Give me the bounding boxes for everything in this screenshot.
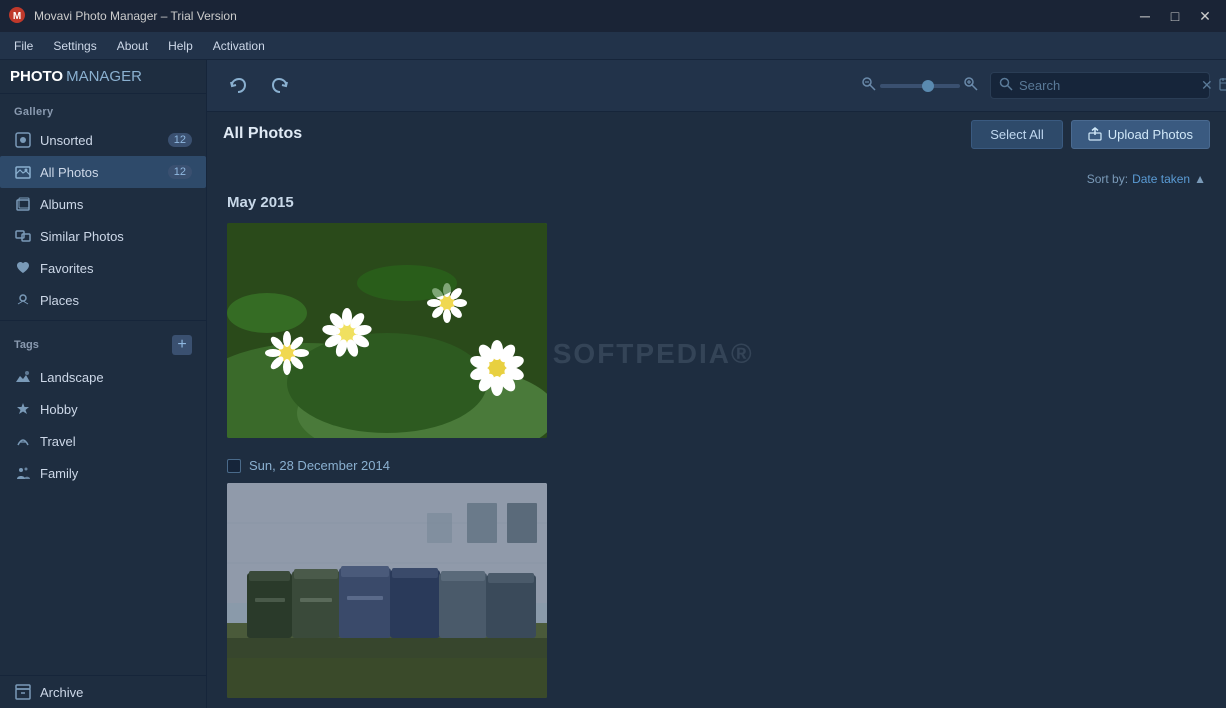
sidebar-item-family[interactable]: Family xyxy=(0,457,206,489)
zoom-in-icon xyxy=(964,77,978,94)
gallery-label: Gallery xyxy=(0,94,206,124)
hobby-label: Hobby xyxy=(40,402,192,417)
search-input[interactable] xyxy=(1019,78,1195,93)
logo: PHOTO MANAGER xyxy=(10,68,142,85)
tags-header: Tags + xyxy=(0,325,206,361)
main-content: ✕ All Photos Select All Upload Photos So… xyxy=(207,60,1226,708)
archive-icon xyxy=(14,683,32,701)
sidebar-item-hobby[interactable]: Hobby xyxy=(0,393,206,425)
travel-label: Travel xyxy=(40,434,192,449)
sidebar-item-archive[interactable]: Archive xyxy=(0,676,206,708)
sidebar-item-places[interactable]: Places xyxy=(0,284,206,316)
search-box: ✕ xyxy=(990,72,1210,99)
sidebar-item-favorites[interactable]: Favorites xyxy=(0,252,206,284)
may-photos-grid xyxy=(227,223,1206,438)
favorites-icon xyxy=(14,259,32,277)
search-clear-button[interactable]: ✕ xyxy=(1201,77,1213,94)
add-tag-button[interactable]: + xyxy=(172,335,192,355)
app-body: PHOTO MANAGER Gallery Unsorted 12 All Ph… xyxy=(0,60,1226,708)
title-bar: M Movavi Photo Manager – Trial Version ─… xyxy=(0,0,1226,32)
travel-tag-icon xyxy=(14,432,32,450)
content-topbar: All Photos Select All Upload Photos xyxy=(207,112,1226,156)
sidebar-item-landscape[interactable]: Landscape xyxy=(0,361,206,393)
zoom-out-icon xyxy=(862,77,876,94)
sidebar-item-similar[interactable]: Similar Photos xyxy=(0,220,206,252)
photo-trash-bins[interactable] xyxy=(227,483,547,698)
may-2015-section: May 2015 xyxy=(227,194,1206,438)
all-photos-label: All Photos xyxy=(40,165,160,180)
menu-help[interactable]: Help xyxy=(158,35,203,57)
tags-label: Tags xyxy=(14,339,172,351)
upload-label: Upload Photos xyxy=(1108,127,1193,142)
select-all-button[interactable]: Select All xyxy=(971,120,1062,149)
sidebar-item-unsorted[interactable]: Unsorted 12 xyxy=(0,124,206,156)
favorites-label: Favorites xyxy=(40,261,192,276)
family-tag-icon xyxy=(14,464,32,482)
sort-by-label: Sort by: xyxy=(1087,172,1128,186)
upload-photos-button[interactable]: Upload Photos xyxy=(1071,120,1210,149)
svg-text:M: M xyxy=(13,11,21,22)
sidebar-divider-1 xyxy=(0,320,206,321)
redo-button[interactable] xyxy=(265,73,295,99)
app-icon: M xyxy=(8,6,28,26)
similar-label: Similar Photos xyxy=(40,229,192,244)
sort-bar: Sort by: Date taken ▲ xyxy=(227,172,1206,186)
menu-activation[interactable]: Activation xyxy=(203,35,275,57)
logo-manager: MANAGER xyxy=(66,68,142,85)
sidebar-bottom: Archive xyxy=(0,675,206,708)
albums-icon xyxy=(14,195,32,213)
close-button[interactable]: ✕ xyxy=(1192,6,1218,26)
landscape-label: Landscape xyxy=(40,370,192,385)
unsorted-icon xyxy=(14,131,32,149)
sidebar-item-travel[interactable]: Travel xyxy=(0,425,206,457)
sidebar-toolbar: PHOTO MANAGER xyxy=(0,60,206,94)
search-icon xyxy=(999,77,1013,94)
minimize-button[interactable]: ─ xyxy=(1132,6,1158,26)
dec-date-label: Sun, 28 December 2014 xyxy=(249,458,390,473)
zoom-control xyxy=(862,77,978,94)
menu-file[interactable]: File xyxy=(4,35,43,57)
logo-photo: PHOTO xyxy=(10,68,63,85)
family-label: Family xyxy=(40,466,192,481)
dec-photos-grid xyxy=(227,483,1206,698)
menu-about[interactable]: About xyxy=(107,35,158,57)
places-icon xyxy=(14,291,32,309)
menu-bar: File Settings About Help Activation xyxy=(0,32,1226,60)
sidebar-item-all-photos[interactable]: All Photos 12 xyxy=(0,156,206,188)
unsorted-count: 12 xyxy=(168,133,192,147)
all-photos-count: 12 xyxy=(168,165,192,179)
landscape-tag-icon xyxy=(14,368,32,386)
sort-value[interactable]: Date taken xyxy=(1132,172,1190,186)
photo-daisies[interactable] xyxy=(227,223,547,438)
page-title: All Photos xyxy=(223,125,963,143)
all-photos-icon xyxy=(14,163,32,181)
similar-icon xyxy=(14,227,32,245)
photos-area: Sort by: Date taken ▲ May 2015 xyxy=(207,156,1226,708)
dec-2014-section: Sun, 28 December 2014 xyxy=(227,458,1206,698)
search-calendar-button[interactable] xyxy=(1219,77,1226,94)
sidebar: PHOTO MANAGER Gallery Unsorted 12 All Ph… xyxy=(0,60,207,708)
places-label: Places xyxy=(40,293,192,308)
unsorted-label: Unsorted xyxy=(40,133,160,148)
archive-label: Archive xyxy=(40,685,192,700)
window-title: Movavi Photo Manager – Trial Version xyxy=(34,9,1132,23)
zoom-thumb xyxy=(922,80,934,92)
undo-button[interactable] xyxy=(223,73,253,99)
sort-arrow-icon: ▲ xyxy=(1194,172,1206,186)
hobby-tag-icon xyxy=(14,400,32,418)
may-header: May 2015 xyxy=(227,194,1206,211)
toolbar: ✕ xyxy=(207,60,1226,112)
zoom-slider[interactable] xyxy=(880,84,960,88)
sidebar-item-albums[interactable]: Albums xyxy=(0,188,206,220)
dec-date-header: Sun, 28 December 2014 xyxy=(227,458,1206,473)
menu-settings[interactable]: Settings xyxy=(43,35,106,57)
dec-date-checkbox[interactable] xyxy=(227,459,241,473)
window-controls: ─ □ ✕ xyxy=(1132,6,1218,26)
albums-label: Albums xyxy=(40,197,192,212)
maximize-button[interactable]: □ xyxy=(1162,6,1188,26)
